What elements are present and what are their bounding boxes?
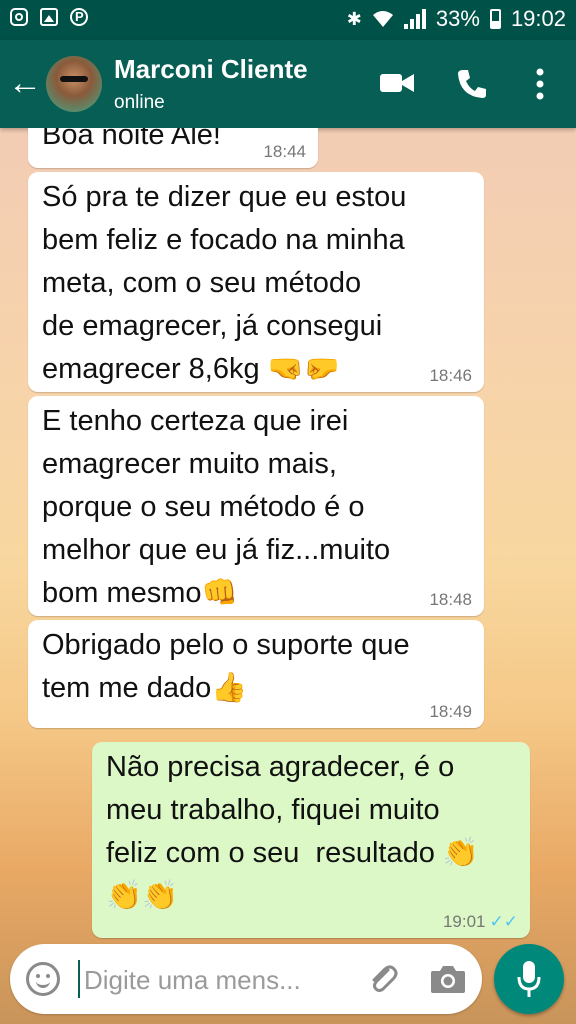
message-time: 18:48 (429, 590, 472, 609)
gallery-icon (40, 8, 58, 26)
message-time: 18:44 (263, 142, 306, 161)
message-text: Obrigado pelo o suporte que tem me dado👍 (42, 629, 410, 704)
attach-icon[interactable] (366, 962, 400, 996)
more-options-icon[interactable] (536, 68, 544, 100)
message-time: 19:01 ✓✓ (443, 912, 518, 932)
wifi-icon (372, 11, 393, 27)
message-time-value: 19:01 (442, 912, 486, 931)
pinterest-icon (70, 8, 88, 26)
text-caret (78, 960, 80, 998)
phone-icon[interactable] (456, 68, 488, 100)
camera-icon[interactable] (430, 964, 466, 994)
contact-name[interactable]: Marconi Cliente (114, 54, 308, 85)
bluetooth-icon: ✱ (346, 8, 362, 29)
battery-percentage: 33% (435, 6, 480, 31)
message-text: E tenho certeza que irei emagrecer muito… (42, 405, 391, 609)
message-bubble-outgoing[interactable]: Não precisa agradecer, é o meu trabalho,… (92, 742, 530, 938)
message-bubble[interactable]: Só pra te dizer que eu estou bem feliz e… (28, 172, 484, 392)
chat-header: ← Marconi Cliente online (0, 40, 576, 128)
message-time: 18:46 (429, 366, 472, 385)
message-input[interactable] (82, 958, 356, 1002)
message-bubble[interactable]: Obrigado pelo o suporte que tem me dado👍… (28, 620, 484, 728)
signal-icon (403, 9, 426, 29)
mic-icon (517, 961, 541, 997)
clock: 19:02 (510, 6, 566, 31)
instagram-icon (10, 8, 28, 26)
message-time: 18:49 (429, 702, 472, 721)
chat-messages[interactable]: Boa noite Ale! 18:44 Só pra te dizer que… (0, 128, 576, 944)
contact-status: online (114, 92, 165, 113)
video-call-icon[interactable] (380, 72, 414, 94)
message-bubble[interactable]: E tenho certeza que irei emagrecer muito… (28, 396, 484, 616)
notification-icons (10, 8, 88, 26)
system-icons: ✱ 33% 19:02 (347, 6, 566, 32)
message-text: Só pra te dizer que eu estou bem feliz e… (42, 181, 407, 385)
read-ticks-icon: ✓✓ (489, 912, 519, 931)
battery-icon (489, 9, 501, 29)
message-bubble[interactable]: Boa noite Ale! 18:44 (28, 128, 318, 168)
emoji-icon[interactable] (26, 962, 60, 996)
back-arrow-icon[interactable]: ← (8, 66, 42, 100)
message-text: Não precisa agradecer, é o meu trabalho,… (106, 751, 479, 912)
avatar[interactable] (46, 56, 102, 112)
status-bar: ✱ 33% 19:02 (0, 0, 576, 40)
mic-button[interactable] (494, 944, 564, 1014)
message-composer (10, 944, 482, 1014)
